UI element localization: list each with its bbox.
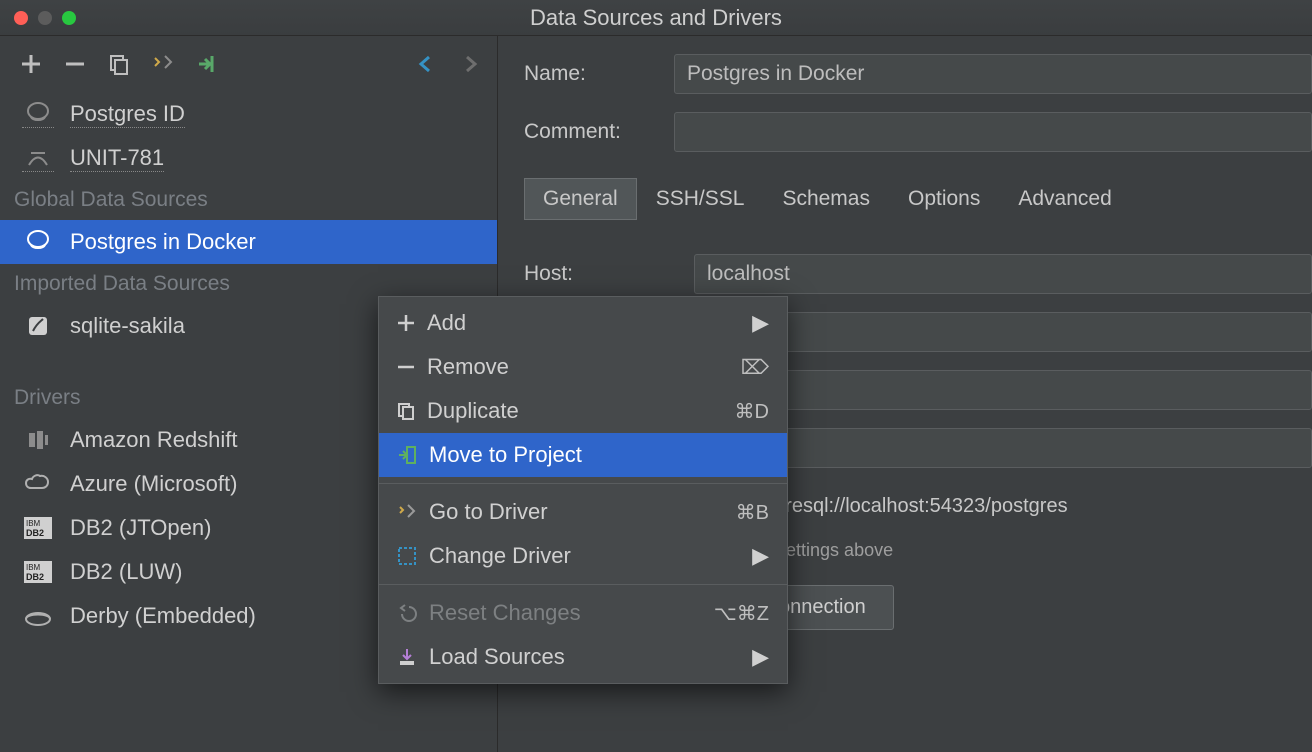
db2-icon: IBMDB2 [22,561,54,583]
datasource-label: sqlite-sakila [70,313,185,339]
undo-icon[interactable] [413,51,439,77]
undo-icon [397,603,417,623]
download-icon [397,647,417,667]
driver-label: DB2 (JTOpen) [70,515,211,541]
submenu-arrow-icon: ▶ [752,543,769,569]
ctx-load-sources[interactable]: Load Sources ▶ [379,635,787,679]
redshift-icon [22,428,54,452]
plus-icon [397,314,415,332]
datasource-item-postgres-id[interactable]: Postgres ID [0,92,497,136]
datasource-label: Postgres in Docker [70,229,256,255]
wrench-icon [397,502,417,522]
svg-text:DB2: DB2 [26,528,44,538]
datasource-label: Postgres ID [70,101,185,128]
datasource-item-unit-781[interactable]: UNIT-781 [0,136,497,180]
submenu-arrow-icon: ▶ [752,644,769,670]
import-icon[interactable] [194,51,220,77]
shortcut: ⌦ [741,355,769,380]
mssql-icon [22,145,54,172]
shortcut: ⌘B [736,500,769,525]
ctx-go-to-driver[interactable]: Go to Driver ⌘B [379,490,787,534]
shortcut: ⌘D [735,399,769,424]
window-title: Data Sources and Drivers [0,5,1312,31]
shortcut: ⌥⌘Z [714,601,769,626]
change-driver-icon [397,546,417,566]
tab-general[interactable]: General [524,178,637,220]
driver-label: DB2 (LUW) [70,559,182,585]
driver-label: Derby (Embedded) [70,603,256,629]
minus-icon [397,358,415,376]
comment-label: Comment: [524,120,654,144]
db2-icon: IBMDB2 [22,517,54,539]
host-input[interactable] [694,254,1312,294]
separator [379,584,787,585]
separator [379,483,787,484]
move-icon [397,445,417,465]
postgres-icon [22,229,54,255]
name-input[interactable] [674,54,1312,94]
redo-icon[interactable] [457,51,483,77]
context-menu: Add ▶ Remove ⌦ Duplicate ⌘D Move to Proj… [378,296,788,684]
ctx-remove[interactable]: Remove ⌦ [379,345,787,389]
svg-text:IBM: IBM [26,563,41,572]
tab-schemas[interactable]: Schemas [763,178,889,220]
host-label: Host: [524,262,674,286]
datasource-item-postgres-docker[interactable]: Postgres in Docker [0,220,497,264]
tab-ssh-ssl[interactable]: SSH/SSL [637,178,764,220]
submenu-arrow-icon: ▶ [752,310,769,336]
duplicate-icon [397,402,415,420]
driver-label: Amazon Redshift [70,427,238,453]
duplicate-icon[interactable] [106,51,132,77]
sidebar-toolbar [0,36,497,92]
ctx-duplicate[interactable]: Duplicate ⌘D [379,389,787,433]
azure-icon [22,474,54,494]
comment-input[interactable] [674,112,1312,152]
svg-text:DB2: DB2 [26,572,44,582]
settings-icon[interactable] [150,51,176,77]
sqlite-icon [22,313,54,339]
remove-icon[interactable] [62,51,88,77]
tabs: General SSH/SSL Schemas Options Advanced [524,178,1312,220]
ctx-reset-changes: Reset Changes ⌥⌘Z [379,591,787,635]
titlebar: Data Sources and Drivers [0,0,1312,36]
section-header-global: Global Data Sources [0,180,497,220]
name-label: Name: [524,62,654,86]
derby-icon [22,605,54,627]
tab-options[interactable]: Options [889,178,999,220]
svg-text:IBM: IBM [26,519,41,528]
add-icon[interactable] [18,51,44,77]
tab-advanced[interactable]: Advanced [999,178,1130,220]
postgres-icon [22,101,54,128]
ctx-change-driver[interactable]: Change Driver ▶ [379,534,787,578]
ctx-add[interactable]: Add ▶ [379,301,787,345]
ctx-move-to-project[interactable]: Move to Project [379,433,787,477]
driver-label: Azure (Microsoft) [70,471,237,497]
datasource-label: UNIT-781 [70,145,164,172]
